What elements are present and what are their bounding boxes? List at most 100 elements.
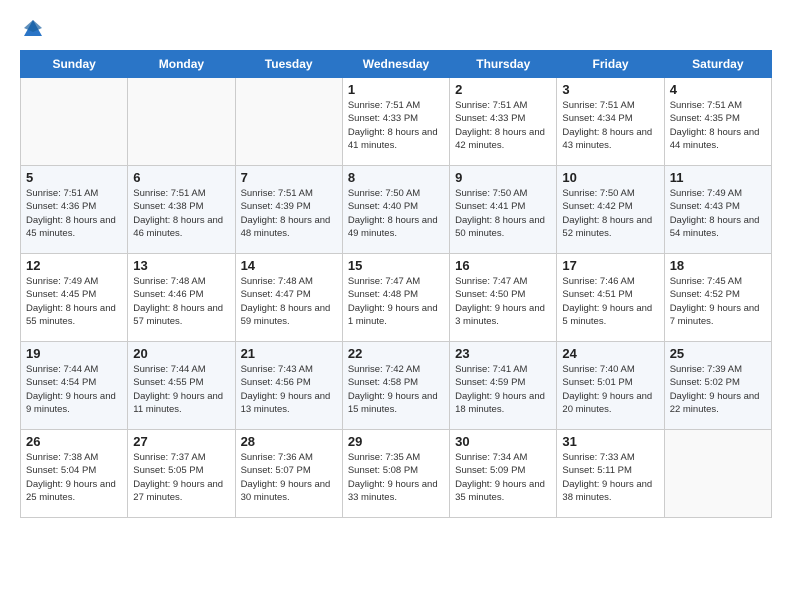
- day-number: 18: [670, 258, 766, 273]
- day-info: Sunrise: 7:37 AM Sunset: 5:05 PM Dayligh…: [133, 451, 229, 504]
- calendar-cell: [128, 78, 235, 166]
- calendar-cell: 28Sunrise: 7:36 AM Sunset: 5:07 PM Dayli…: [235, 430, 342, 518]
- day-number: 11: [670, 170, 766, 185]
- day-number: 17: [562, 258, 658, 273]
- calendar-cell: 27 Sunrise: 7:37 AM Sunset: 5:05 PM Dayli…: [128, 430, 235, 518]
- day-info: Sunrise: 7:36 AM Sunset: 5:07 PM Dayligh…: [241, 451, 337, 504]
- day-info: Sunrise: 7:51 AM Sunset: 4:35 PM Dayligh…: [670, 99, 766, 152]
- day-number: 24: [562, 346, 658, 361]
- weekday-header: Tuesday: [235, 51, 342, 78]
- day-info: Sunrise: 7:50 AM Sunset: 4:41 PM Dayligh…: [455, 187, 551, 240]
- calendar-cell: 13Sunrise: 7:48 AM Sunset: 4:46 PM Dayli…: [128, 254, 235, 342]
- day-info: Sunrise: 7:49 AM Sunset: 4:45 PM Dayligh…: [26, 275, 122, 328]
- day-number: 15: [348, 258, 444, 273]
- calendar-cell: 8 Sunrise: 7:50 AM Sunset: 4:40 PM Daylig…: [342, 166, 449, 254]
- day-info: Sunrise: 7:48 AM Sunset: 4:46 PM Dayligh…: [133, 275, 229, 328]
- weekday-header: Saturday: [664, 51, 771, 78]
- calendar-cell: 19 Sunrise: 7:44 AM Sunset: 4:54 PM Dayli…: [21, 342, 128, 430]
- calendar-week-row: 12 Sunrise: 7:49 AM Sunset: 4:45 PM Dayli…: [21, 254, 772, 342]
- weekday-header: Monday: [128, 51, 235, 78]
- day-info: Sunrise: 7:45 AM Sunset: 4:52 PM Dayligh…: [670, 275, 766, 328]
- calendar-cell: 23Sunrise: 7:41 AM Sunset: 4:59 PM Dayli…: [450, 342, 557, 430]
- calendar-cell: 26 Sunrise: 7:38 AM Sunset: 5:04 PM Dayli…: [21, 430, 128, 518]
- calendar-cell: 22Sunrise: 7:42 AM Sunset: 4:58 PM Dayli…: [342, 342, 449, 430]
- calendar-cell: 2Sunrise: 7:51 AM Sunset: 4:33 PM Daylig…: [450, 78, 557, 166]
- calendar-cell: [664, 430, 771, 518]
- logo-icon: [22, 18, 44, 40]
- day-info: Sunrise: 7:47 AM Sunset: 4:50 PM Dayligh…: [455, 275, 551, 328]
- calendar-cell: 4 Sunrise: 7:51 AM Sunset: 4:35 PM Daylig…: [664, 78, 771, 166]
- logo: [20, 18, 44, 40]
- calendar-cell: [21, 78, 128, 166]
- weekday-header: Sunday: [21, 51, 128, 78]
- calendar-header: SundayMondayTuesdayWednesdayThursdayFrid…: [21, 51, 772, 78]
- calendar-table: SundayMondayTuesdayWednesdayThursdayFrid…: [20, 50, 772, 518]
- weekday-header: Friday: [557, 51, 664, 78]
- calendar-cell: 21Sunrise: 7:43 AM Sunset: 4:56 PM Dayli…: [235, 342, 342, 430]
- day-info: Sunrise: 7:43 AM Sunset: 4:56 PM Dayligh…: [241, 363, 337, 416]
- day-info: Sunrise: 7:51 AM Sunset: 4:33 PM Dayligh…: [348, 99, 444, 152]
- calendar-cell: 7 Sunrise: 7:51 AM Sunset: 4:39 PM Daylig…: [235, 166, 342, 254]
- calendar-cell: 3Sunrise: 7:51 AM Sunset: 4:34 PM Daylig…: [557, 78, 664, 166]
- day-info: Sunrise: 7:48 AM Sunset: 4:47 PM Dayligh…: [241, 275, 337, 328]
- day-info: Sunrise: 7:51 AM Sunset: 4:36 PM Dayligh…: [26, 187, 122, 240]
- calendar-cell: 14 Sunrise: 7:48 AM Sunset: 4:47 PM Dayli…: [235, 254, 342, 342]
- day-number: 22: [348, 346, 444, 361]
- day-number: 4: [670, 82, 766, 97]
- day-info: Sunrise: 7:50 AM Sunset: 4:42 PM Dayligh…: [562, 187, 658, 240]
- day-info: Sunrise: 7:44 AM Sunset: 4:54 PM Dayligh…: [26, 363, 122, 416]
- day-number: 12: [26, 258, 122, 273]
- calendar-cell: 5Sunrise: 7:51 AM Sunset: 4:36 PM Daylig…: [21, 166, 128, 254]
- day-info: Sunrise: 7:51 AM Sunset: 4:39 PM Dayligh…: [241, 187, 337, 240]
- calendar-cell: 24 Sunrise: 7:40 AM Sunset: 5:01 PM Dayli…: [557, 342, 664, 430]
- calendar-cell: 10 Sunrise: 7:50 AM Sunset: 4:42 PM Dayli…: [557, 166, 664, 254]
- day-number: 29: [348, 434, 444, 449]
- day-number: 8: [348, 170, 444, 185]
- day-info: Sunrise: 7:50 AM Sunset: 4:40 PM Dayligh…: [348, 187, 444, 240]
- calendar-cell: 30Sunrise: 7:34 AM Sunset: 5:09 PM Dayli…: [450, 430, 557, 518]
- calendar-cell: 25 Sunrise: 7:39 AM Sunset: 5:02 PM Dayli…: [664, 342, 771, 430]
- day-number: 9: [455, 170, 551, 185]
- day-number: 26: [26, 434, 122, 449]
- calendar-cell: 16 Sunrise: 7:47 AM Sunset: 4:50 PM Dayli…: [450, 254, 557, 342]
- calendar-cell: 31 Sunrise: 7:33 AM Sunset: 5:11 PM Dayli…: [557, 430, 664, 518]
- day-info: Sunrise: 7:51 AM Sunset: 4:33 PM Dayligh…: [455, 99, 551, 152]
- day-info: Sunrise: 7:33 AM Sunset: 5:11 PM Dayligh…: [562, 451, 658, 504]
- calendar-week-row: 26 Sunrise: 7:38 AM Sunset: 5:04 PM Dayli…: [21, 430, 772, 518]
- day-number: 16: [455, 258, 551, 273]
- day-info: Sunrise: 7:51 AM Sunset: 4:38 PM Dayligh…: [133, 187, 229, 240]
- day-number: 1: [348, 82, 444, 97]
- weekday-header: Thursday: [450, 51, 557, 78]
- day-number: 7: [241, 170, 337, 185]
- day-number: 14: [241, 258, 337, 273]
- day-info: Sunrise: 7:46 AM Sunset: 4:51 PM Dayligh…: [562, 275, 658, 328]
- calendar-cell: 18 Sunrise: 7:45 AM Sunset: 4:52 PM Dayli…: [664, 254, 771, 342]
- calendar-body: 1 Sunrise: 7:51 AM Sunset: 4:33 PM Daylig…: [21, 78, 772, 518]
- calendar-cell: 29 Sunrise: 7:35 AM Sunset: 5:08 PM Dayli…: [342, 430, 449, 518]
- calendar-cell: 6Sunrise: 7:51 AM Sunset: 4:38 PM Daylig…: [128, 166, 235, 254]
- calendar-cell: 12 Sunrise: 7:49 AM Sunset: 4:45 PM Dayli…: [21, 254, 128, 342]
- day-info: Sunrise: 7:34 AM Sunset: 5:09 PM Dayligh…: [455, 451, 551, 504]
- calendar-cell: 11Sunrise: 7:49 AM Sunset: 4:43 PM Dayli…: [664, 166, 771, 254]
- day-number: 3: [562, 82, 658, 97]
- page: SundayMondayTuesdayWednesdayThursdayFrid…: [0, 0, 792, 536]
- calendar-cell: [235, 78, 342, 166]
- calendar-week-row: 5Sunrise: 7:51 AM Sunset: 4:36 PM Daylig…: [21, 166, 772, 254]
- calendar-cell: 20Sunrise: 7:44 AM Sunset: 4:55 PM Dayli…: [128, 342, 235, 430]
- calendar-cell: 1 Sunrise: 7:51 AM Sunset: 4:33 PM Daylig…: [342, 78, 449, 166]
- weekday-row: SundayMondayTuesdayWednesdayThursdayFrid…: [21, 51, 772, 78]
- calendar-cell: 17 Sunrise: 7:46 AM Sunset: 4:51 PM Dayli…: [557, 254, 664, 342]
- day-info: Sunrise: 7:38 AM Sunset: 5:04 PM Dayligh…: [26, 451, 122, 504]
- day-info: Sunrise: 7:40 AM Sunset: 5:01 PM Dayligh…: [562, 363, 658, 416]
- day-number: 10: [562, 170, 658, 185]
- day-info: Sunrise: 7:47 AM Sunset: 4:48 PM Dayligh…: [348, 275, 444, 328]
- day-info: Sunrise: 7:44 AM Sunset: 4:55 PM Dayligh…: [133, 363, 229, 416]
- day-number: 19: [26, 346, 122, 361]
- day-number: 27: [133, 434, 229, 449]
- weekday-header: Wednesday: [342, 51, 449, 78]
- calendar-cell: 9 Sunrise: 7:50 AM Sunset: 4:41 PM Daylig…: [450, 166, 557, 254]
- day-info: Sunrise: 7:35 AM Sunset: 5:08 PM Dayligh…: [348, 451, 444, 504]
- day-info: Sunrise: 7:39 AM Sunset: 5:02 PM Dayligh…: [670, 363, 766, 416]
- day-number: 31: [562, 434, 658, 449]
- day-number: 25: [670, 346, 766, 361]
